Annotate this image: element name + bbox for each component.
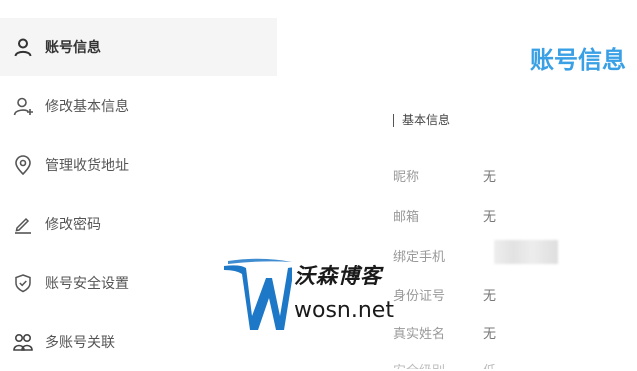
watermark-url: wosn.net (294, 298, 394, 323)
page-title: 账号信息 (530, 46, 626, 74)
sidebar-item-label: 修改基本信息 (45, 99, 129, 115)
sidebar-item-account-info[interactable]: 账号信息 (0, 18, 277, 76)
shield-check-icon (12, 272, 34, 294)
sidebar-item-edit-basic-info[interactable]: 修改基本信息 (0, 77, 277, 135)
field-value-id-number: 无 (483, 289, 497, 304)
watermark: 沃森博客 wosn.net (222, 258, 452, 338)
sidebar-item-label: 修改密码 (45, 217, 101, 233)
user-icon (12, 36, 34, 58)
sidebar-item-label: 账号信息 (45, 40, 101, 56)
pencil-icon (12, 213, 34, 235)
user-edit-icon (12, 95, 34, 117)
section-title: 基本信息 (393, 114, 450, 127)
field-value-security-level: 低 (483, 360, 496, 369)
watermark-name: 沃森博客 (294, 264, 382, 288)
field-label-nickname: 昵称 (393, 170, 420, 185)
field-value-real-name: 无 (483, 327, 497, 342)
field-value-nickname: 无 (483, 170, 497, 185)
field-value-email: 无 (483, 210, 497, 225)
field-label-security-level: 安全级别 (393, 360, 445, 369)
sidebar-item-label: 账号安全设置 (45, 276, 129, 292)
sidebar-item-change-password[interactable]: 修改密码 (0, 195, 277, 253)
location-pin-icon (12, 154, 34, 176)
watermark-logo (224, 258, 292, 330)
linked-accounts-icon (12, 331, 34, 353)
sidebar-item-manage-address[interactable]: 管理收货地址 (0, 136, 277, 194)
sidebar-item-label: 管理收货地址 (45, 158, 129, 174)
field-value-phone-redacted (494, 240, 558, 264)
sidebar-item-label: 多账号关联 (45, 335, 115, 351)
field-label-email: 邮箱 (393, 210, 420, 225)
